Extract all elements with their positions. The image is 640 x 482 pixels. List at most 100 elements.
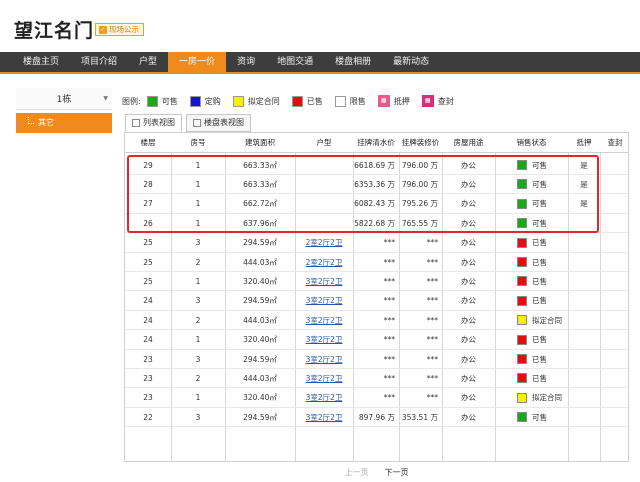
price-deco-cell: ***	[426, 315, 438, 325]
seal-cell	[600, 350, 628, 368]
legend-label: 抵押	[393, 96, 410, 106]
column-header[interactable]: 查封	[600, 133, 628, 152]
nav-item[interactable]: 一房一价	[168, 52, 227, 72]
status-cell: 已售	[495, 253, 568, 271]
seal-icon: ▦	[421, 95, 434, 107]
mortgage-cell	[568, 369, 600, 387]
price-plain-cell: 6082.43 万	[354, 199, 395, 209]
column-header[interactable]: 户型	[295, 133, 353, 152]
status-label: 已售	[532, 238, 547, 248]
status-cell: 可售	[495, 408, 568, 426]
floor-cell: 23	[143, 373, 153, 383]
area-cell: 294.59㎡	[243, 412, 277, 422]
status-swatch	[517, 392, 527, 403]
status-swatch	[517, 160, 527, 170]
table-row[interactable]: 23 1 320.40㎡ 3室2厅2卫 *** *** 办公 拟定合同	[125, 389, 628, 408]
column-header[interactable]: 建筑面积	[225, 133, 295, 152]
table-row[interactable]: 24 2 444.03㎡ 3室2厅2卫 *** *** 办公 拟定合同	[125, 311, 628, 331]
table-row[interactable]: 23 3 294.59㎡ 3室2厅2卫 *** *** 办公 已售	[125, 350, 628, 369]
sidebar-item-other[interactable]: 其它	[16, 113, 112, 133]
floor-cell: 22	[143, 412, 153, 422]
area-cell: 320.40㎡	[243, 276, 277, 286]
layout-cell[interactable]: 2室2厅2卫	[295, 253, 353, 271]
price-plain-cell: 897.96 万	[358, 412, 395, 422]
area-cell: 320.40㎡	[243, 393, 277, 403]
table-row[interactable]: 22 3 294.59㎡ 3室2厅2卫 897.96 万 353.51 万 办公 可售	[125, 408, 628, 428]
status-cell: 可售	[495, 214, 568, 232]
column-header[interactable]: 抵押	[568, 133, 600, 152]
area-cell: 444.03㎡	[243, 373, 277, 383]
layout-cell[interactable]: 3室2厅2卫	[295, 272, 353, 290]
column-header[interactable]: 销售状态	[495, 133, 568, 152]
tab-building-table-view[interactable]: 楼盘表视图	[186, 114, 251, 132]
building-selector[interactable]: 1栋 ▼	[16, 88, 112, 110]
view-tabs: 列表视图 楼盘表视图	[125, 114, 251, 132]
table-row[interactable]: 28 1 663.33㎡ 6353.36 万 796.00 万 办公 可售 是	[125, 175, 628, 195]
mortgage-cell	[568, 292, 600, 310]
prev-page-link[interactable]: 上一页	[345, 467, 369, 478]
floor-cell: 23	[143, 393, 153, 403]
column-header[interactable]: 房号	[171, 133, 225, 152]
mortgage-cell	[568, 389, 600, 407]
tab-list-view[interactable]: 列表视图	[125, 114, 182, 132]
floor-cell: 25	[143, 276, 153, 286]
table-row[interactable]: 25 3 294.59㎡ 2室2厅2卫 *** *** 办公 已售	[125, 234, 628, 253]
legend-item: ▦ 抵押	[377, 95, 410, 107]
layout-cell[interactable]: 2室2厅2卫	[295, 234, 353, 252]
nav-item[interactable]: 户型	[128, 52, 168, 72]
table-row[interactable]: 29 1 663.33㎡ 6618.69 万 796.00 万 办公 可售 是	[125, 156, 628, 175]
nav-item[interactable]: 楼盘相册	[324, 52, 382, 72]
area-cell: 662.72㎡	[243, 199, 277, 209]
room-cell: 3	[195, 296, 201, 306]
table-row[interactable]: 24 3 294.59㎡ 3室2厅2卫 *** *** 办公 已售	[125, 292, 628, 311]
layout-cell	[295, 156, 353, 174]
status-swatch	[517, 276, 527, 287]
room-cell: 2	[195, 315, 201, 325]
price-deco-cell: 796.00 万	[401, 160, 438, 170]
area-cell: 294.59㎡	[243, 354, 277, 364]
nav-item[interactable]: 项目介绍	[70, 52, 128, 72]
room-cell: 1	[195, 335, 201, 345]
nav-item[interactable]: 地图交通	[266, 52, 324, 72]
price-deco-cell: ***	[426, 335, 438, 345]
onsite-notice-badge[interactable]: ✓ 现场公示	[95, 23, 144, 36]
mortgage-cell: 是	[580, 160, 588, 170]
column-header[interactable]: 房屋用途	[442, 133, 495, 152]
table-row[interactable]: 25 1 320.40㎡ 3室2厅2卫 *** *** 办公 已售	[125, 272, 628, 292]
use-cell: 办公	[461, 257, 476, 267]
status-swatch	[517, 315, 527, 326]
next-page-link[interactable]: 下一页	[385, 467, 409, 478]
floor-cell: 24	[143, 335, 153, 345]
nav-item[interactable]: 楼盘主页	[12, 52, 70, 72]
table-row[interactable]: 23 2 444.03㎡ 3室2厅2卫 *** *** 办公 已售	[125, 369, 628, 389]
layout-cell[interactable]: 3室2厅2卫	[295, 331, 353, 349]
layout-cell[interactable]: 3室2厅2卫	[295, 369, 353, 387]
status-cell: 可售	[495, 195, 568, 213]
column-header[interactable]: 楼层	[125, 133, 171, 152]
status-swatch	[517, 295, 527, 306]
nav-item[interactable]: 最新动态	[382, 52, 440, 72]
layout-cell[interactable]: 3室2厅2卫	[295, 408, 353, 426]
area-cell: 320.40㎡	[243, 335, 277, 345]
layout-cell[interactable]: 3室2厅2卫	[295, 292, 353, 310]
table-row[interactable]: 25 2 444.03㎡ 2室2厅2卫 *** *** 办公 已售	[125, 253, 628, 272]
price-deco-cell: ***	[426, 373, 438, 383]
table-row[interactable]: 26 1 637.96㎡ 5822.68 万 765.55 万 办公 可售	[125, 214, 628, 234]
column-header[interactable]: 挂牌清水价	[353, 133, 399, 152]
status-swatch	[517, 179, 527, 190]
layout-cell[interactable]: 3室2厅2卫	[295, 350, 353, 368]
seal-cell	[600, 253, 628, 271]
status-label: 可售	[532, 218, 547, 228]
status-label: 已售	[532, 276, 547, 286]
layout-cell[interactable]: 3室2厅2卫	[295, 389, 353, 407]
layout-cell	[295, 214, 353, 232]
price-plain-cell: ***	[383, 315, 395, 325]
sidebar-item-label: 其它	[38, 118, 54, 127]
table-row[interactable]: 24 1 320.40㎡ 3室2厅2卫 *** *** 办公 已售	[125, 331, 628, 350]
nav-item[interactable]: 资询	[226, 52, 266, 72]
column-header[interactable]: 挂牌装修价	[399, 133, 442, 152]
table-row[interactable]: 27 1 662.72㎡ 6082.43 万 795.26 万 办公 可售 是	[125, 195, 628, 214]
layout-cell[interactable]: 3室2厅2卫	[295, 311, 353, 329]
status-swatch	[517, 354, 527, 364]
main-nav: 楼盘主页 项目介绍 户型 一房一价 资询 地图交通 楼盘相册 最新动态	[0, 52, 640, 74]
